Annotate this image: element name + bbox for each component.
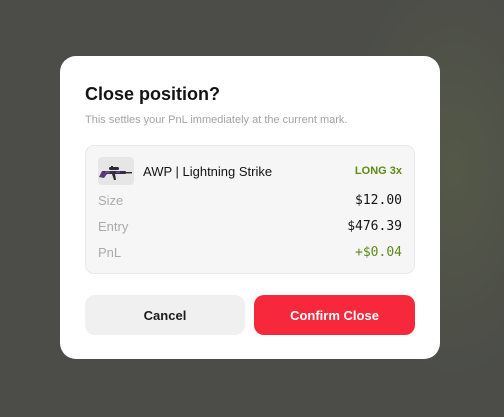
- position-side-badge: LONG 3x: [354, 165, 402, 177]
- dialog-subtitle: This settles your PnL immediately at the…: [85, 114, 348, 126]
- position-summary-card: AWP | Lightning Strike LONG 3x Size $12.…: [85, 145, 415, 274]
- entry-label: Entry: [98, 219, 129, 234]
- pnl-label: PnL: [98, 245, 122, 260]
- cancel-button[interactable]: Cancel: [85, 295, 245, 335]
- confirm-close-button[interactable]: Confirm Close: [254, 295, 415, 335]
- awp-rifle-icon: [99, 166, 132, 180]
- pnl-value: +$0.04: [355, 245, 402, 260]
- dialog-title: Close position?: [85, 84, 220, 104]
- size-value: $12.00: [355, 193, 402, 208]
- item-name: AWP | Lightning Strike: [143, 164, 273, 179]
- close-position-dialog: Close position? This settles your PnL im…: [60, 56, 440, 359]
- item-thumbnail: [98, 157, 134, 185]
- entry-value: $476.39: [347, 219, 402, 234]
- size-label: Size: [98, 193, 124, 208]
